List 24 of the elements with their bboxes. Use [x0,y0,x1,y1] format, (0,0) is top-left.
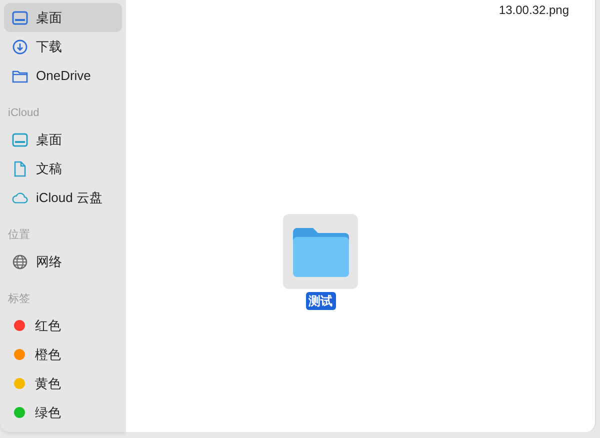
display-icon [12,10,28,24]
cloud-icon [11,191,28,204]
globe-icon [12,254,28,270]
sidebar-item[interactable]: 黄色 [4,369,122,398]
sidebar-item[interactable]: iCloud 云盘 [4,183,122,212]
sidebar-item[interactable]: 下载 [4,32,122,61]
section-header: iCloud [7,106,40,121]
sidebar-item[interactable]: 绿色 [4,398,122,427]
sidebar-item[interactable]: 桌面 [4,3,122,32]
file-name[interactable]: 13.00.32.png [498,1,569,19]
sidebar-item[interactable]: 红色 [4,311,122,340]
sidebar-item[interactable]: 桌面 [4,125,122,154]
display-icon [12,132,28,146]
folder-icon[interactable] [283,214,358,289]
sidebar-item[interactable]: 文稿 [4,154,122,183]
section-header: 位置 [7,228,30,243]
sidebar-item[interactable]: 橙色 [4,340,122,369]
section-header: 标签 [7,292,30,307]
folder-icon [12,68,28,82]
sidebar-item[interactable]: OneDrive [4,61,122,90]
sidebar-item[interactable]: 网络 [4,247,122,276]
folder-name[interactable]: 测试 [306,292,336,310]
document-icon [12,160,26,176]
download-icon [12,38,28,54]
